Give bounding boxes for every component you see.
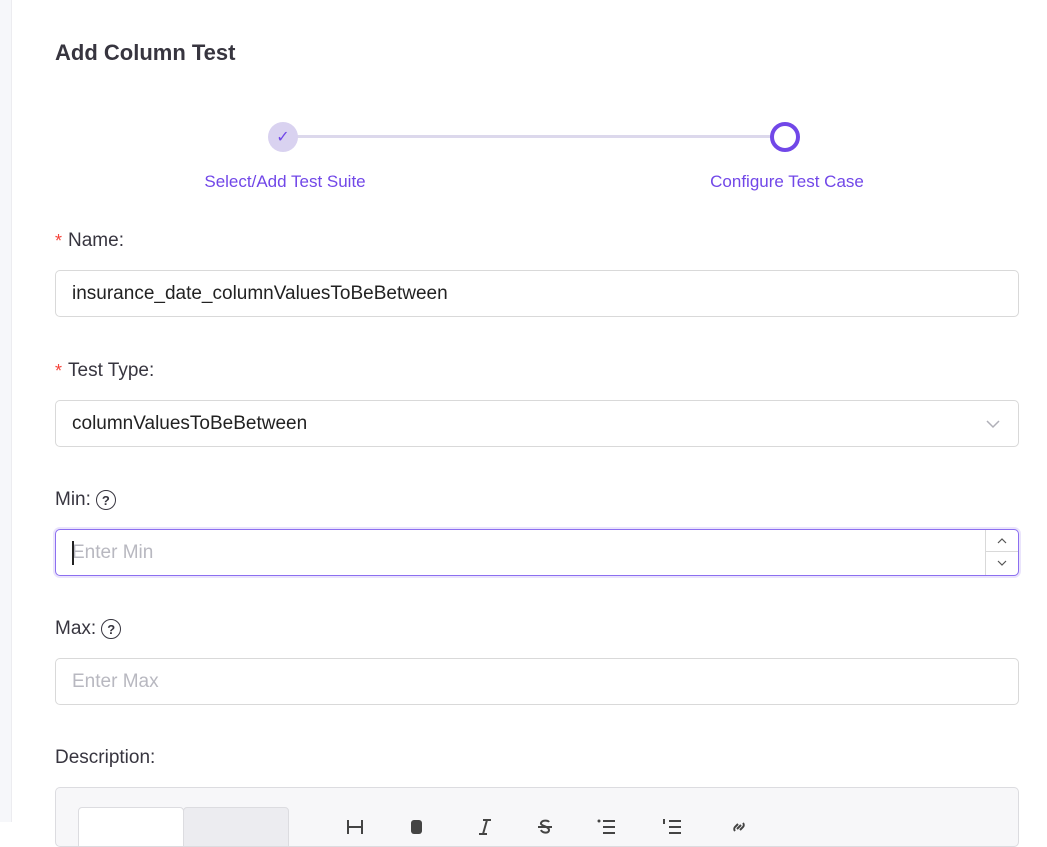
step-done-check-icon[interactable]: ✓ <box>268 122 298 152</box>
increment-button[interactable] <box>986 530 1018 552</box>
step-active-indicator <box>770 122 800 152</box>
page-title: Add Column Test <box>55 40 236 65</box>
progress-stepper: ✓ Select/Add Test Suite Configure Test C… <box>55 120 1019 200</box>
chevron-down-icon <box>997 560 1007 566</box>
editor-tab-preview[interactable] <box>183 807 289 847</box>
decrement-button[interactable] <box>986 552 1018 574</box>
name-input[interactable]: insurance_date_columnValuesToBeBetween <box>55 270 1019 317</box>
required-mark: * <box>55 230 63 251</box>
min-input-field[interactable] <box>72 530 1002 575</box>
max-label: Max: ? <box>55 618 122 640</box>
left-sidebar-edge <box>0 0 12 822</box>
link-icon[interactable] <box>728 816 750 838</box>
number-stepper <box>985 530 1018 575</box>
description-label: Description: <box>55 747 156 768</box>
strikethrough-icon[interactable] <box>534 816 556 838</box>
chevron-up-icon <box>997 537 1007 543</box>
chevron-down-icon <box>986 420 1000 429</box>
stepper-connector <box>295 135 773 138</box>
min-label: Min: ? <box>55 489 116 511</box>
step-label-configure-test-case: Configure Test Case <box>710 172 864 191</box>
text-caret <box>72 541 74 565</box>
question-circle-icon[interactable]: ? <box>101 619 122 639</box>
bold-icon[interactable] <box>406 816 428 838</box>
italic-icon[interactable] <box>474 816 496 838</box>
step-label-select-test-suite[interactable]: Select/Add Test Suite <box>204 172 365 192</box>
test-type-selected-value: columnValuesToBeBetween <box>72 412 308 434</box>
max-input[interactable] <box>55 658 1019 705</box>
name-label: * Name: <box>55 230 124 251</box>
test-type-select[interactable]: columnValuesToBeBetween <box>55 400 1019 447</box>
question-circle-icon[interactable]: ? <box>95 490 116 510</box>
required-mark: * <box>55 360 63 381</box>
max-input-field[interactable] <box>72 659 1002 704</box>
ordered-list-icon[interactable] <box>661 816 683 838</box>
min-input[interactable] <box>55 529 1019 576</box>
list-icon[interactable] <box>596 816 618 838</box>
editor-tab-write[interactable] <box>78 807 184 847</box>
description-editor[interactable] <box>55 787 1019 847</box>
name-input-value: insurance_date_columnValuesToBeBetween <box>72 282 448 304</box>
test-type-label: * Test Type: <box>55 360 155 381</box>
heading-icon[interactable] <box>344 816 366 838</box>
